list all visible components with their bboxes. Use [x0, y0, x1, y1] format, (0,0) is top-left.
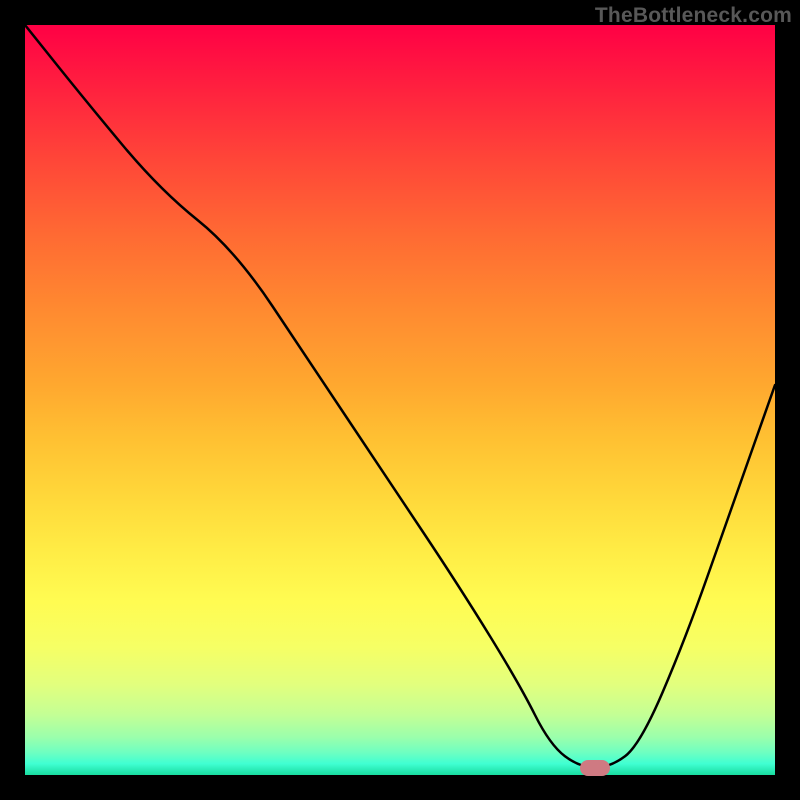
watermark-text: TheBottleneck.com	[595, 4, 792, 28]
curve-svg	[25, 25, 775, 775]
plot-area	[25, 25, 775, 775]
optimal-point-marker	[580, 760, 610, 776]
bottleneck-curve-path	[25, 25, 775, 768]
bottleneck-chart: TheBottleneck.com	[0, 0, 800, 800]
